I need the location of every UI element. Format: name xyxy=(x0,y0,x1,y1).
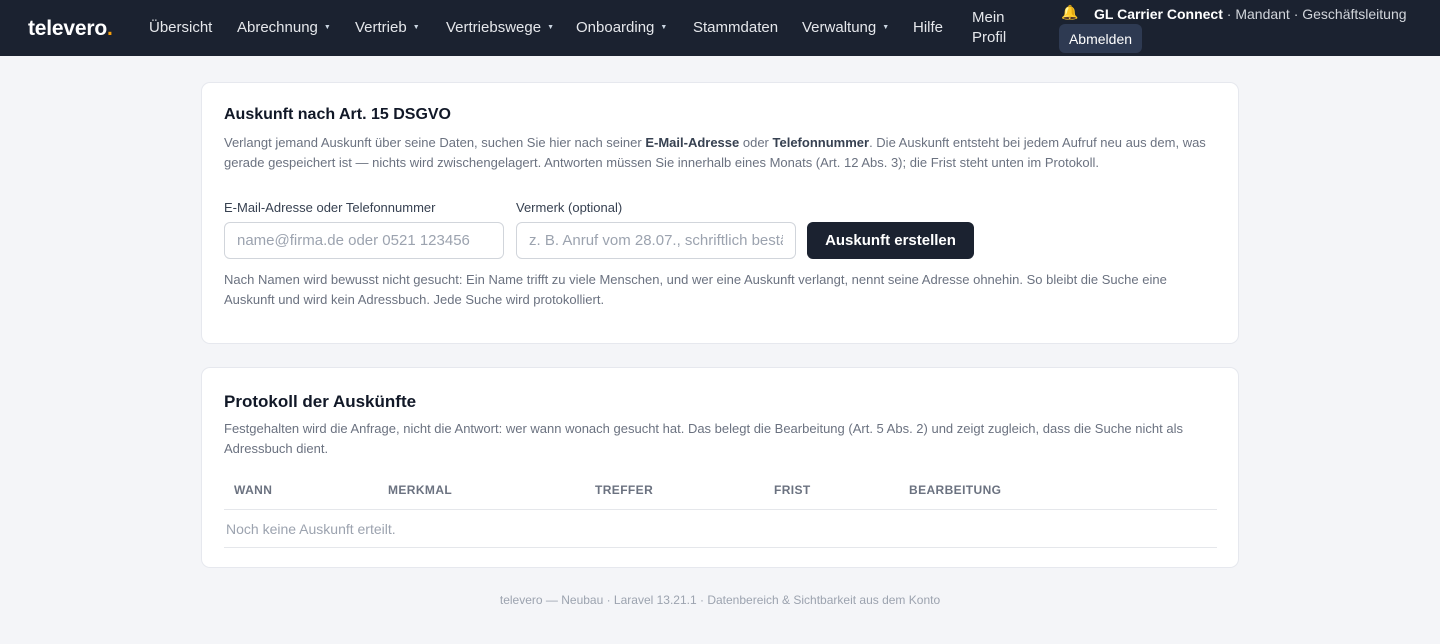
tenant-role: · Mandant · Geschäftsleitung xyxy=(1222,6,1407,22)
note-label: Vermerk (optional) xyxy=(516,200,623,215)
nav-item-label: Vertrieb xyxy=(355,19,407,36)
bell-icon[interactable]: 🔔 xyxy=(1061,5,1078,21)
table-divider xyxy=(224,547,1217,548)
chevron-down-icon: ▼ xyxy=(323,24,331,31)
nav-item-label: Vertriebswege xyxy=(446,19,542,36)
log-card: Protokoll der Auskünfte Festgehalten wir… xyxy=(201,367,1239,568)
logout-button[interactable]: Abmelden xyxy=(1059,24,1142,53)
contact-search-input[interactable] xyxy=(224,222,504,259)
nav-item-vertrieb[interactable]: Vertrieb ▼ xyxy=(355,19,420,36)
column-header-wann[interactable]: Wann xyxy=(234,483,272,497)
request-title: Auskunft nach Art. 15 DSGVO xyxy=(224,106,451,123)
nav-item-hilfe[interactable]: Hilfe xyxy=(913,19,943,36)
log-intro: Festgehalten wird die Anfrage, nicht die… xyxy=(224,421,1183,456)
tenant-name: GL Carrier Connect xyxy=(1094,6,1223,22)
nav-item-uebersicht[interactable]: Übersicht xyxy=(149,19,212,36)
nav-item-label: Abrechnung xyxy=(237,19,318,36)
table-empty-state: Noch keine Auskunft erteilt. xyxy=(226,521,396,537)
request-intro: Verlangt jemand Auskunft über seine Date… xyxy=(224,135,1206,170)
column-header-merkmal[interactable]: Merkmal xyxy=(388,483,452,497)
nav-item-onboarding[interactable]: Onboarding ▼ xyxy=(576,19,667,36)
table-divider xyxy=(224,509,1217,510)
nav-item-label: Onboarding xyxy=(576,19,655,36)
nav-item-label: Hilfe xyxy=(913,19,944,36)
nav-item-profile[interactable]: Mein Profil xyxy=(972,8,1032,48)
column-header-bearbeitung[interactable]: Bearbeitung xyxy=(909,483,1001,497)
nav-item-label: Verwaltung xyxy=(802,19,877,36)
tenant-info: GL Carrier Connect · Mandant · Geschäfts… xyxy=(1094,6,1407,22)
nav-item-vertriebswege[interactable]: Vertriebswege ▼ xyxy=(446,19,554,36)
contact-label: E-Mail-Adresse oder Telefonnummer xyxy=(224,200,436,215)
request-hint: Nach Namen wird bewusst nicht gesucht: E… xyxy=(224,272,1167,307)
top-navbar: televero. Übersicht Abrechnung ▼ Vertrieb… xyxy=(0,0,1440,56)
chevron-down-icon: ▼ xyxy=(660,24,668,31)
create-request-button[interactable]: Auskunft erstellen xyxy=(807,222,974,259)
chevron-down-icon: ▼ xyxy=(412,24,420,31)
log-title: Protokoll der Auskünfte xyxy=(224,392,417,411)
nav-item-verwaltung[interactable]: Verwaltung ▼ xyxy=(802,19,889,36)
nav-item-stammdaten[interactable]: Stammdaten xyxy=(693,19,778,36)
nav-item-abrechnung[interactable]: Abrechnung ▼ xyxy=(237,19,331,36)
request-card: Auskunft nach Art. 15 DSGVO Verlangt jem… xyxy=(201,82,1239,344)
chevron-down-icon: ▼ xyxy=(882,24,890,31)
chevron-down-icon: ▼ xyxy=(547,24,554,31)
column-header-treffer[interactable]: Treffer xyxy=(595,483,653,497)
column-header-frist[interactable]: Frist xyxy=(774,483,811,497)
brand-logo[interactable]: televero. xyxy=(28,17,113,41)
nav-item-label: Stammdaten xyxy=(693,19,779,36)
note-input[interactable] xyxy=(516,222,796,259)
nav-item-label: Übersicht xyxy=(149,19,213,36)
page-footer: televero — Neubau · Laravel 13.21.1 · Da… xyxy=(499,593,941,607)
